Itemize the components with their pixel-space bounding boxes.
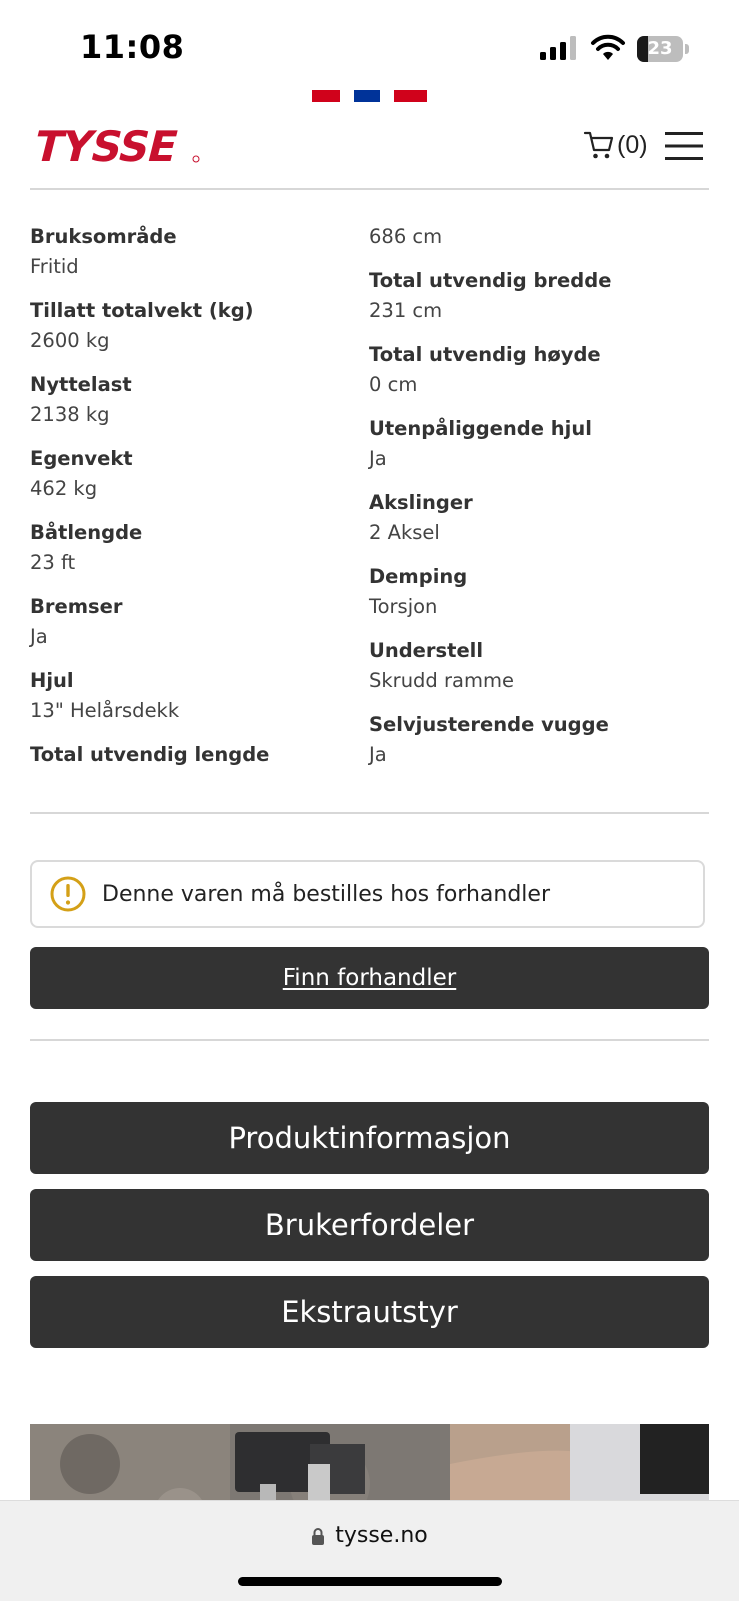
find-dealer-button[interactable]: Finn forhandler [30,947,709,1009]
spec-label: Tillatt totalvekt (kg) [30,299,254,322]
spec-label: Understell [369,639,484,662]
spec-item: Bruksområde Fritid [30,222,350,282]
spec-label: Nyttelast [30,373,132,396]
spec-label: Hjul [30,669,74,692]
spec-value: 686 cm [369,225,443,248]
spec-value: 23 ft [30,551,76,574]
spec-value: 462 kg [30,477,98,500]
buttons-divider [30,1039,709,1041]
cart-button[interactable]: (0) [583,128,648,162]
status-time: 11:08 [80,28,185,66]
url-display[interactable]: tysse.no [0,1523,739,1548]
lock-icon [312,1527,325,1545]
spec-label: Båtlengde [30,521,143,544]
hamburger-menu-icon[interactable] [665,131,703,161]
spec-value: 13" Helårsdekk [30,699,180,722]
extras-button[interactable]: Ekstrautstyr [30,1276,709,1348]
spec-value: Ja [30,625,48,648]
spec-item: Understell Skrudd ramme [369,636,689,696]
spec-value: 231 cm [369,299,443,322]
notice-text: Denne varen må bestilles hos forhandler [102,881,550,907]
specs-divider [30,812,709,814]
spec-label: Total utvendig høyde [369,343,601,366]
spec-item: Total utvendig bredde 231 cm [369,266,689,326]
dealer-order-notice: Denne varen må bestilles hos forhandler [30,860,705,928]
tysse-logo[interactable]: TYSSE [30,126,200,166]
cart-count: (0) [617,130,648,159]
spec-item: Total utvendig høyde 0 cm [369,340,689,400]
spec-value: Fritid [30,255,79,278]
browser-url-bar[interactable]: tysse.no [0,1500,739,1601]
spec-item: 686 cm [369,222,689,252]
spec-item: Demping Torsjon [369,562,689,622]
spec-value: Ja [369,447,387,470]
spec-item: Nyttelast 2138 kg [30,370,350,430]
spec-label: Total utvendig lengde [30,743,270,766]
spec-value: 2600 kg [30,329,110,352]
specs-left-column: Bruksområde Fritid Tillatt totalvekt (kg… [30,222,350,784]
spec-value: 0 cm [369,373,418,396]
spec-value: 2138 kg [30,403,110,426]
status-bar: 11:08 23 [0,0,739,90]
home-indicator[interactable] [238,1577,502,1586]
flag-stripe [312,90,427,102]
spec-label: Akslinger [369,491,473,514]
spec-label: Selvjusterende vugge [369,713,609,736]
spec-item: Bremser Ja [30,592,350,652]
spec-value: Skrudd ramme [369,669,514,692]
spec-value: Torsjon [369,595,438,618]
spec-item: Egenvekt 462 kg [30,444,350,504]
spec-item: Akslinger 2 Aksel [369,488,689,548]
spec-label: Utenpåliggende hjul [369,417,592,440]
user-benefits-button[interactable]: Brukerfordeler [30,1189,709,1261]
cart-icon [583,131,614,159]
spec-label: Bruksområde [30,225,177,248]
spec-label: Egenvekt [30,447,133,470]
header-divider [30,188,709,190]
warning-icon [50,876,86,912]
battery-level: 23 [647,38,673,59]
spec-value: 2 Aksel [369,521,440,544]
spec-item: Tillatt totalvekt (kg) 2600 kg [30,296,350,356]
spec-label: Total utvendig bredde [369,269,612,292]
battery-icon: 23 [637,36,689,62]
spec-item: Total utvendig lengde [30,740,350,770]
spec-item: Hjul 13" Helårsdekk [30,666,350,726]
spec-item: Selvjusterende vugge Ja [369,710,689,770]
spec-label: Bremser [30,595,123,618]
url-text: tysse.no [335,1523,428,1548]
spec-item: Båtlengde 23 ft [30,518,350,578]
specs-right-column: 686 cm Total utvendig bredde 231 cm Tota… [369,222,689,784]
product-info-button[interactable]: Produktinformasjon [30,1102,709,1174]
wifi-icon [591,34,625,60]
svg-text:TYSSE: TYSSE [30,126,182,166]
spec-label: Demping [369,565,468,588]
spec-item: Utenpåliggende hjul Ja [369,414,689,474]
signal-icon [540,36,576,60]
spec-value: Ja [369,743,387,766]
